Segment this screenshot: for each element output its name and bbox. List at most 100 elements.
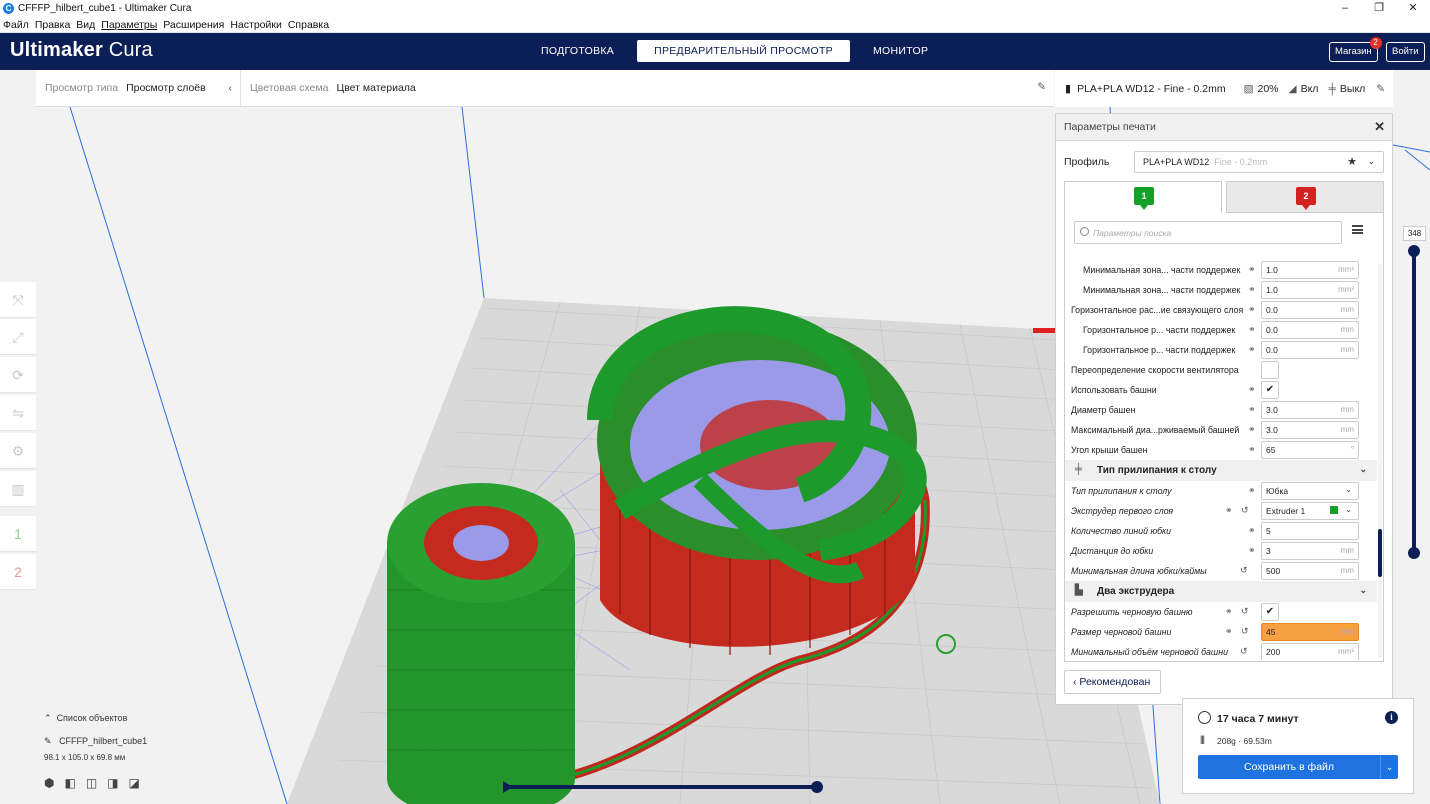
reset-icon[interactable]: ↺ — [1241, 505, 1249, 516]
prime-tower-marker — [1033, 328, 1055, 333]
setting-input[interactable]: 65 ° — [1261, 441, 1359, 459]
chevron-down-icon: ⌄ — [1367, 156, 1375, 166]
view-type-selector[interactable]: Просмотр типа Просмотр слоёв ‹ — [36, 69, 241, 107]
close-window-button[interactable]: ✕ — [1396, 0, 1430, 17]
menu-preferences[interactable]: Настройки — [230, 19, 282, 31]
menu-extensions[interactable]: Расширения — [163, 19, 224, 31]
link-icon: ⚭ — [1225, 626, 1233, 636]
setting-input[interactable]: 1.0 mm² — [1261, 261, 1359, 279]
setting-dropdown[interactable]: Extruder 1 ⌄ — [1261, 502, 1359, 520]
edit-pencil-icon[interactable]: ✎ — [1037, 81, 1046, 93]
rotate-tool-icon[interactable]: ⟳ — [0, 357, 36, 393]
tab-prepare[interactable]: ПОДГОТОВКА — [530, 40, 625, 62]
scrollbar-thumb[interactable] — [1378, 529, 1382, 577]
setting-dropdown[interactable]: Юбка ⌄ — [1261, 482, 1359, 500]
object-list-toggle[interactable]: ⌃ Список объектов — [44, 713, 150, 724]
setting-label: Минимальный объём черновой башни — [1071, 647, 1228, 657]
layer-slider-track[interactable] — [1412, 251, 1416, 553]
setting-checkbox[interactable]: ✔ — [1261, 381, 1279, 399]
reset-icon[interactable]: ↺ — [1241, 626, 1249, 637]
settings-category-header[interactable]: ╪ Тип прилипания к столу ⌄ — [1065, 460, 1377, 481]
path-slider-handle[interactable] — [811, 781, 823, 793]
chevron-down-icon[interactable]: ⌄ — [1380, 755, 1398, 779]
star-icon[interactable]: ★ — [1347, 155, 1357, 168]
move-tool-icon[interactable]: ⤧ — [0, 282, 36, 318]
setting-checkbox[interactable]: ✔ — [1261, 603, 1279, 621]
path-slider-track[interactable] — [510, 785, 818, 789]
camera-view-buttons[interactable]: ⬢◧◫◨◪ — [44, 776, 150, 790]
per-model-settings-icon[interactable]: ⚙ — [0, 433, 36, 469]
setting-input[interactable]: 0.0 mm — [1261, 321, 1359, 339]
setting-label: Переопределение скорости вентилятора — [1071, 365, 1239, 375]
menu-file[interactable]: Файл — [3, 19, 29, 31]
adhesion-icon: ╪ — [1328, 82, 1336, 95]
setting-input[interactable]: 1.0 mm² — [1261, 281, 1359, 299]
marketplace-button[interactable]: Магазин 2 — [1329, 37, 1382, 62]
settings-scrollbar[interactable] — [1378, 264, 1382, 658]
color-scheme-selector[interactable]: Цветовая схема Цвет материала — [241, 82, 416, 94]
print-setup-bar[interactable]: ▮ PLA+PLA WD12 - Fine - 0.2mm ▧ 20% ◢ Вк… — [1055, 70, 1393, 107]
setting-input[interactable]: 3.0 mm — [1261, 421, 1359, 439]
setting-input[interactable]: 3 mm — [1261, 542, 1359, 560]
edit-pencil-icon[interactable]: ✎ — [1376, 83, 1385, 95]
setting-input[interactable]: 200 mm³ — [1261, 643, 1359, 660]
tab-monitor[interactable]: МОНИТОР — [862, 40, 939, 62]
profile-dropdown[interactable]: PLA+PLA WD12 Fine - 0.2mm ★ ⌄ — [1134, 151, 1384, 173]
setting-input[interactable]: 0.0 mm — [1261, 341, 1359, 359]
menu-edit[interactable]: Правка — [35, 19, 70, 31]
extruder-1-tool-icon[interactable]: 1 — [0, 516, 36, 552]
play-icon[interactable] — [503, 781, 513, 793]
close-icon[interactable]: ✕ — [1374, 119, 1385, 135]
extruder-2-tool-icon[interactable]: 2 — [0, 554, 36, 590]
object-name-row[interactable]: ✎ CFFFP_hilbert_cube1 — [44, 736, 150, 747]
setting-label: Экструдер первого слоя — [1071, 506, 1174, 516]
print-settings-panel: Параметры печати ✕ Профиль PLA+PLA WD12 F… — [1055, 113, 1393, 705]
setting-input[interactable]: 3.0 mm — [1261, 401, 1359, 419]
menu-view[interactable]: Вид — [76, 19, 95, 31]
reset-icon[interactable]: ↺ — [1240, 565, 1248, 576]
settings-visibility-menu-icon[interactable] — [1352, 225, 1363, 234]
layer-slider-top-handle[interactable] — [1408, 245, 1420, 257]
mirror-tool-icon[interactable]: ⇋ — [0, 395, 36, 431]
tab-extruder-2[interactable]: 2 — [1226, 181, 1384, 213]
settings-rows: Минимальная зона... части поддержек ⚭ 1.0 m… — [1065, 260, 1377, 660]
support-blocker-icon[interactable]: ▥ — [0, 471, 36, 507]
minimize-button[interactable]: – — [1328, 0, 1362, 17]
search-icon — [1080, 227, 1089, 236]
setting-input[interactable]: 500 mm — [1261, 562, 1359, 580]
reset-icon[interactable]: ↺ — [1241, 606, 1249, 617]
setting-input[interactable]: 0.0 mm — [1261, 301, 1359, 319]
link-icon: ⚭ — [1225, 606, 1233, 616]
search-input[interactable]: Параметры поиска — [1074, 221, 1342, 244]
info-icon[interactable]: i — [1385, 711, 1398, 724]
settings-category-header[interactable]: ▙ Два экструдера ⌄ — [1065, 581, 1377, 602]
tab-preview[interactable]: ПРЕДВАРИТЕЛЬНЫЙ ПРОСМОТР — [637, 40, 850, 62]
layer-slider-bottom-handle[interactable] — [1408, 547, 1420, 559]
restore-button[interactable]: ❐ — [1362, 0, 1396, 17]
menu-settings[interactable]: Параметры — [101, 19, 157, 31]
setting-checkbox[interactable] — [1261, 361, 1279, 379]
setting-row: Тип прилипания к столу ⚭ Юбка ⌄ — [1065, 481, 1377, 501]
setting-label: Дистанция до юбки — [1071, 546, 1154, 556]
setting-input[interactable]: 45 mm — [1261, 623, 1359, 641]
extruder-tabs: 1 2 — [1064, 181, 1384, 213]
login-button[interactable]: Войти — [1386, 42, 1425, 62]
scale-tool-icon[interactable]: ⤢ — [0, 319, 36, 355]
setting-row: Диаметр башен ⚭ 3.0 mm — [1065, 400, 1377, 420]
setting-input[interactable]: 5 — [1261, 522, 1359, 540]
setting-row: Горизонтальное р... части поддержек ⚭ 0.0 m… — [1065, 340, 1377, 360]
print-time: 17 часа 7 минут — [1217, 713, 1299, 725]
menu-help[interactable]: Справка — [288, 19, 329, 31]
recommended-mode-button[interactable]: ‹ Рекомендован — [1064, 670, 1161, 694]
link-icon: ⚭ — [1248, 485, 1256, 495]
collapse-chevron-icon[interactable]: ‹ — [229, 82, 233, 94]
setting-label: Минимальная зона... части поддержек — [1083, 285, 1241, 295]
tab-extruder-1[interactable]: 1 — [1064, 181, 1222, 213]
link-icon: ⚭ — [1248, 344, 1256, 354]
reset-icon[interactable]: ↺ — [1240, 646, 1248, 657]
link-icon: ⚭ — [1248, 264, 1256, 274]
layer-number-field[interactable]: 348 — [1403, 226, 1426, 241]
save-to-file-button[interactable]: Сохранить в файл ⌄ — [1198, 755, 1398, 779]
settings-list-container: Параметры поиска Минимальная зона... час… — [1064, 212, 1384, 662]
link-icon: ⚭ — [1248, 444, 1256, 454]
